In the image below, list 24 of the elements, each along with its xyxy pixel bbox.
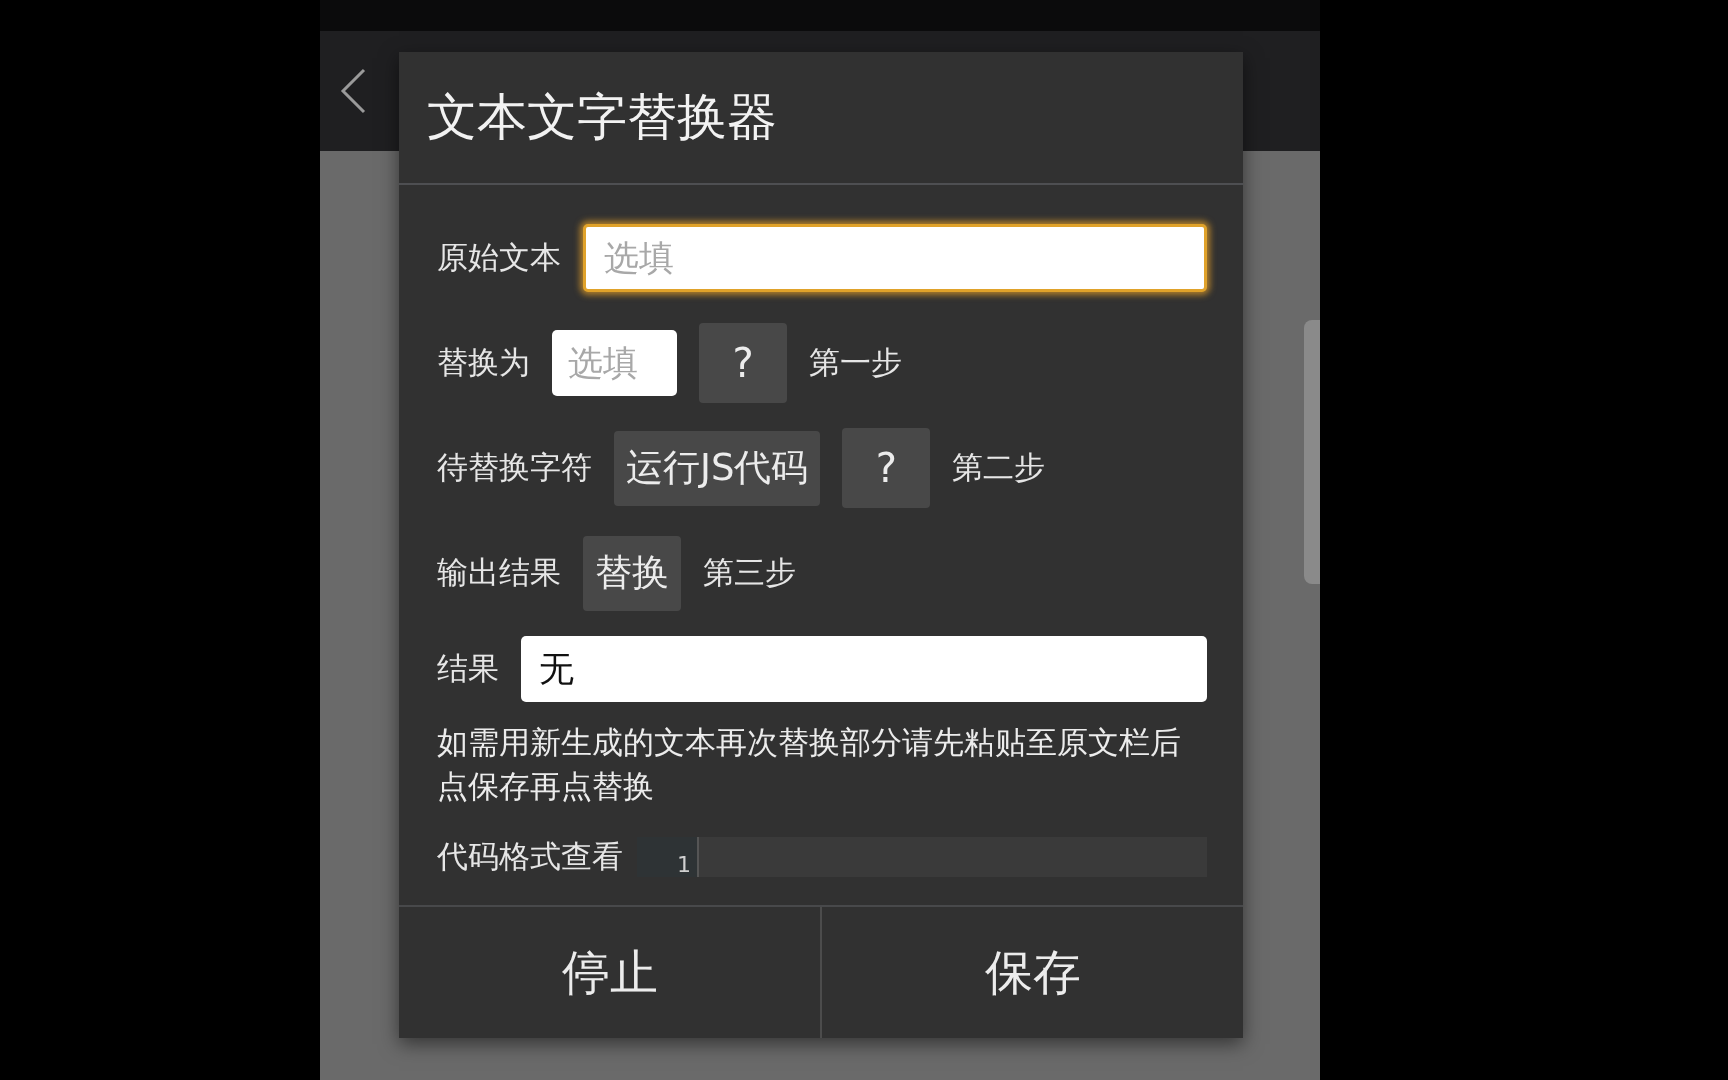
hint-text: 如需用新生成的文本再次替换部分请先粘贴至原文栏后点保存再点替换 xyxy=(437,723,1182,806)
field-label: 代码格式查看 xyxy=(437,837,623,876)
back-icon[interactable] xyxy=(338,67,368,115)
text-field[interactable]: 选填 xyxy=(583,224,1207,292)
field-label: 替换为 xyxy=(437,343,530,382)
help-button[interactable]: ? xyxy=(699,323,787,403)
action-button[interactable]: 运行JS代码 xyxy=(614,430,821,506)
dialog-button[interactable]: 保存 xyxy=(820,907,1243,1038)
code-view[interactable]: 1 xyxy=(637,837,1207,877)
field-label: 结果 xyxy=(437,649,499,688)
field-label: 原始文本 xyxy=(437,238,561,277)
scrollbar[interactable] xyxy=(1304,320,1320,584)
field-label: 输出结果 xyxy=(437,553,561,592)
step-label: 第一步 xyxy=(809,343,902,382)
result-field[interactable]: 无 xyxy=(521,636,1207,702)
step-label: 第三步 xyxy=(703,553,796,592)
dialog-button[interactable]: 停止 xyxy=(399,907,820,1038)
help-button[interactable]: ? xyxy=(842,428,931,508)
action-button[interactable]: 替换 xyxy=(583,535,681,611)
text-field[interactable]: 选填 xyxy=(552,330,677,396)
line-number: 1 xyxy=(677,852,691,877)
field-label: 待替换字符 xyxy=(437,448,592,487)
step-label: 第二步 xyxy=(952,448,1046,487)
dialog-title: 文本文字替换器 xyxy=(427,87,777,148)
